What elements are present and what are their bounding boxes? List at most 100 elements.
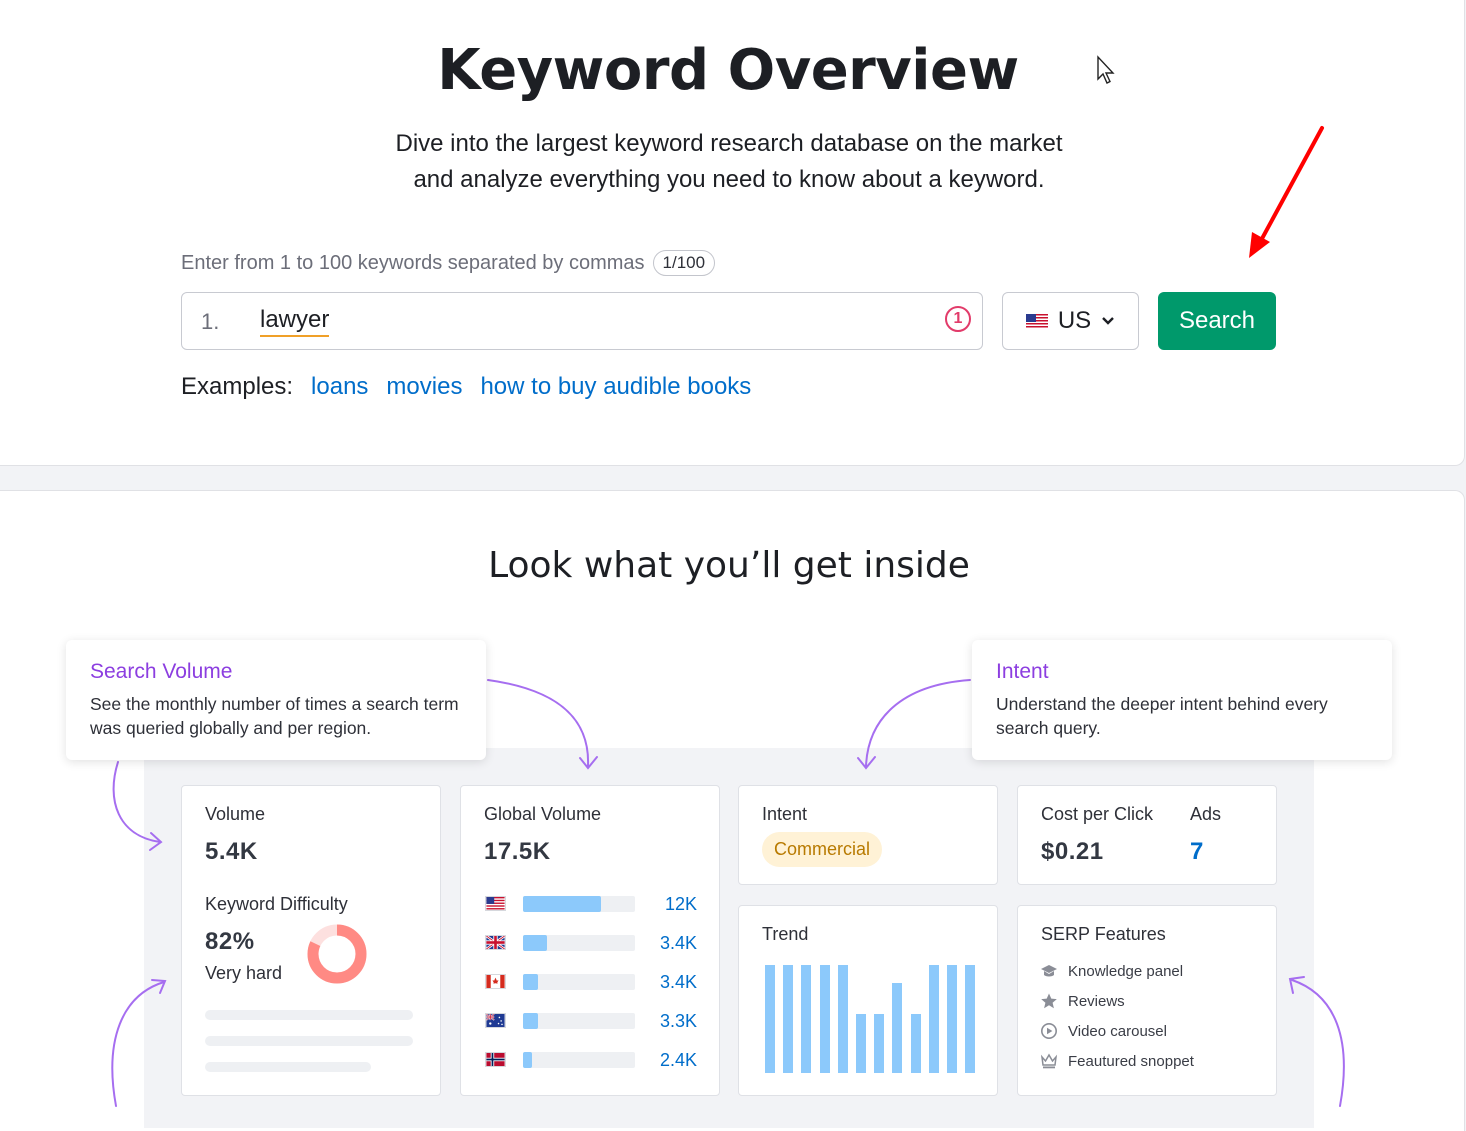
cpc-label: Cost per Click (1041, 804, 1154, 824)
keyword-difficulty-label: Keyword Difficulty (205, 894, 348, 914)
keyword-input[interactable]: 1. lawyer 1 (181, 292, 983, 350)
example-link-movies[interactable]: movies (386, 373, 462, 401)
global-volume-row-value: 12K (664, 894, 697, 914)
graduation-cap-icon (1041, 965, 1057, 977)
trend-bar (892, 983, 903, 1073)
no-flag-icon (485, 1052, 506, 1067)
serp-feature-label: Video carousel (1068, 1022, 1167, 1040)
database-country-select[interactable]: US (1002, 292, 1139, 350)
serp-features-label: SERP Features (1041, 924, 1166, 944)
trend-bar (928, 965, 939, 1073)
keyword-count-badge: 1 (945, 306, 971, 332)
volume-card: Volume 5.4K Keyword Difficulty 82% Very … (181, 785, 441, 1096)
serp-feature-item: Knowledge panel (1040, 962, 1183, 980)
ads-value: 7 (1190, 838, 1204, 865)
keyword-hint-text: Enter from 1 to 100 keywords separated b… (181, 251, 645, 274)
search-button[interactable]: Search (1158, 292, 1276, 350)
search-volume-callout-title: Search Volume (90, 660, 233, 683)
global-volume-bar (523, 935, 547, 951)
page-subtitle-line-2: and analyze everything you need to know … (413, 166, 1045, 193)
trend-label: Trend (762, 924, 809, 944)
trend-bar (783, 965, 794, 1073)
trend-bar (801, 965, 812, 1073)
global-volume-bar-track (523, 896, 635, 912)
skeleton-line (205, 1062, 371, 1072)
serp-feature-item: Video carousel (1040, 1022, 1167, 1040)
trend-bar (874, 1013, 885, 1073)
trend-card: Trend (738, 905, 998, 1096)
global-volume-row-value: 3.4K (659, 972, 697, 992)
serp-features-card: SERP Features Knowledge panel Reviews Vi… (1017, 905, 1277, 1096)
page-subtitle-line-1: Dive into the largest keyword research d… (395, 130, 1063, 157)
trend-chart (765, 965, 976, 1073)
us-flag-icon (1025, 313, 1048, 329)
keyword-input-value[interactable]: lawyer (260, 307, 330, 337)
keyword-examples: Examples: loans movies how to buy audibl… (181, 373, 751, 401)
example-link-audible-books[interactable]: how to buy audible books (480, 373, 751, 401)
intent-badge: Commercial (762, 832, 883, 867)
chevron-down-icon (1102, 317, 1115, 325)
keyword-difficulty-donut (307, 924, 367, 984)
global-volume-bar-track (523, 974, 635, 990)
global-volume-row: 2.4K (485, 1050, 697, 1070)
trend-bar (947, 965, 957, 1073)
global-volume-bar-track (523, 935, 635, 951)
serp-feature-label: Reviews (1068, 992, 1125, 1010)
crown-icon (1040, 1053, 1058, 1069)
ca-flag-icon (485, 974, 506, 989)
global-volume-bar (523, 896, 602, 912)
global-volume-row-value: 2.4K (659, 1050, 697, 1070)
intent-callout-title: Intent (996, 660, 1049, 683)
trend-bar (965, 965, 976, 1073)
global-volume-bar (523, 1013, 538, 1029)
examples-label: Examples: (181, 373, 294, 400)
intent-callout: Intent Understand the deeper intent behi… (972, 640, 1392, 760)
serp-feature-label: Feautured snoppet (1068, 1052, 1194, 1070)
skeleton-line (205, 1010, 413, 1020)
keyword-input-hint: Enter from 1 to 100 keywords separated b… (181, 250, 716, 276)
global-volume-row: 3.4K (485, 933, 697, 953)
keyword-difficulty-value: 82% (205, 928, 255, 955)
keyword-counter-badge: 1/100 (652, 250, 716, 276)
global-volume-value: 17.5K (484, 838, 551, 865)
trend-bar (819, 965, 830, 1073)
intent-card: Intent Commercial (738, 785, 998, 885)
ads-label: Ads (1190, 804, 1222, 824)
global-volume-row: 3.4K (485, 972, 697, 992)
keyword-difficulty-level: Very hard (205, 963, 283, 983)
global-volume-bar (523, 1052, 532, 1068)
trend-bar (837, 965, 848, 1073)
global-volume-row: 3.3K (485, 1011, 697, 1031)
cpc-value: $0.21 (1041, 838, 1104, 865)
global-volume-card: Global Volume 17.5K 12K 3.4K 3.4K 3.3K 2 (460, 785, 720, 1096)
skeleton-line (205, 1036, 413, 1046)
serp-feature-item: Feautured snoppet (1040, 1052, 1194, 1070)
global-volume-bar-track (523, 1013, 635, 1029)
global-volume-row: 12K (485, 894, 697, 914)
au-flag-icon (485, 1013, 506, 1028)
serp-feature-item: Reviews (1040, 992, 1125, 1010)
intent-callout-text: Understand the deeper intent behind ever… (996, 694, 1328, 738)
keyword-line-number: 1. (201, 309, 220, 334)
volume-value: 5.4K (205, 838, 258, 865)
example-link-loans[interactable]: loans (311, 373, 368, 401)
uk-flag-icon (485, 935, 506, 950)
selected-country: US (1057, 307, 1092, 334)
search-volume-callout: Search Volume See the monthly number of … (66, 640, 486, 760)
cpc-card: Cost per Click $0.21 Ads 7 (1017, 785, 1277, 885)
volume-label: Volume (205, 804, 266, 824)
global-volume-bar (523, 974, 538, 990)
search-volume-callout-text: See the monthly number of times a search… (90, 694, 459, 738)
trend-bar (856, 1013, 866, 1073)
play-circle-icon (1041, 1023, 1057, 1039)
star-icon (1041, 993, 1057, 1009)
page-title: Keyword Overview (437, 38, 1019, 103)
trend-bar (765, 965, 775, 1073)
global-volume-bar-track (523, 1052, 635, 1068)
preview-title: Look what you’ll get inside (488, 545, 970, 586)
global-volume-label: Global Volume (484, 804, 602, 824)
serp-feature-label: Knowledge panel (1068, 962, 1184, 980)
trend-bar (910, 1013, 921, 1073)
intent-label: Intent (762, 804, 808, 824)
us-flag-icon (485, 896, 506, 911)
